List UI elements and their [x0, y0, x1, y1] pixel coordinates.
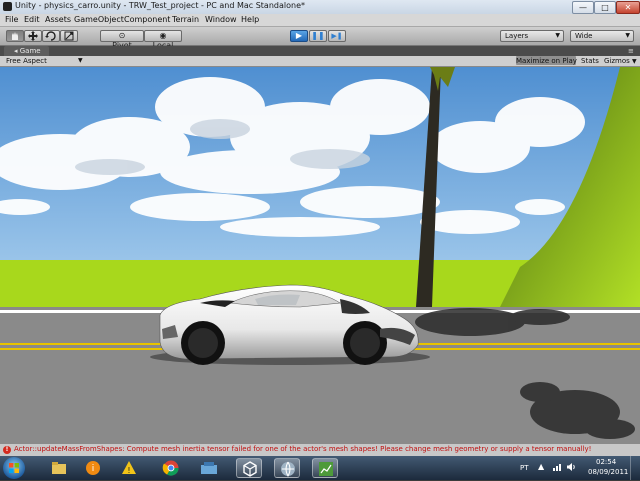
- taskbar-chrome[interactable]: [158, 458, 184, 478]
- taskbar-app-orange[interactable]: i: [80, 458, 106, 478]
- menu-edit[interactable]: Edit: [24, 15, 40, 24]
- minimize-button[interactable]: —: [572, 1, 594, 14]
- menu-component[interactable]: Component: [124, 15, 170, 24]
- menu-gameobject[interactable]: GameObject: [74, 15, 124, 24]
- maximize-on-play-toggle[interactable]: Maximize on Play: [516, 56, 577, 65]
- windows-logo-icon: [9, 463, 19, 473]
- close-button[interactable]: ✕: [616, 1, 640, 14]
- menu-bar: File Edit Assets GameObject Component Te…: [0, 14, 640, 27]
- play-icon: ▶: [295, 31, 303, 40]
- game-view-toolbar: Free Aspect ▼ Maximize on Play Stats Giz…: [0, 56, 640, 67]
- menu-window[interactable]: Window: [205, 15, 237, 24]
- chrome-icon: [162, 460, 179, 476]
- taskbar-explorer[interactable]: [46, 458, 72, 478]
- console-status-bar[interactable]: ! Actor::updateMassFromShapes: Compute m…: [0, 443, 640, 456]
- svg-text:!: !: [127, 466, 130, 475]
- folder-icon: [52, 462, 66, 474]
- pivot-toggle[interactable]: ⊙ Pivot: [100, 30, 144, 50]
- menu-terrain[interactable]: Terrain: [172, 15, 199, 24]
- layers-dropdown[interactable]: Layers ▼: [500, 30, 564, 42]
- pause-button[interactable]: ❚❚: [309, 30, 327, 42]
- taskbar-unity-1[interactable]: [236, 458, 262, 478]
- main-toolbar: ⊙ Pivot ◉ Local ▶ ❚❚ ▶❚ Layers ▼ Wide ▼: [0, 27, 640, 50]
- rotate-icon: [45, 31, 56, 41]
- aspect-dropdown[interactable]: Free Aspect ▼: [6, 56, 84, 66]
- hand-icon: [12, 32, 18, 40]
- gizmos-label: Gizmos: [604, 57, 630, 65]
- scale-icon: [64, 31, 74, 41]
- warning-app-icon: !: [122, 461, 136, 475]
- step-button[interactable]: ▶❚: [328, 30, 346, 42]
- network-icon: [201, 462, 217, 474]
- taskbar-app-warning[interactable]: !: [116, 458, 142, 478]
- step-icon: ▶❚: [331, 32, 343, 40]
- menu-help[interactable]: Help: [241, 15, 259, 24]
- play-button[interactable]: ▶: [290, 30, 308, 42]
- gizmos-dropdown[interactable]: Gizmos ▼: [604, 56, 637, 67]
- taskbar-browser-app[interactable]: [274, 458, 300, 478]
- unity-icon: [243, 461, 257, 477]
- unity-app-icon: [3, 2, 12, 11]
- aspect-label: Free Aspect: [6, 57, 47, 65]
- globe-icon: [281, 461, 295, 478]
- title-bar: Unity - physics_carro.unity - TRW_Test_p…: [0, 0, 640, 15]
- chevron-down-icon: ▼: [632, 58, 637, 65]
- console-error-message[interactable]: Actor::updateMassFromShapes: Compute mes…: [14, 445, 636, 453]
- clock-time[interactable]: 02:54: [596, 458, 616, 466]
- move-tool-button[interactable]: [24, 30, 42, 42]
- show-hidden-icons-icon[interactable]: ▲: [538, 462, 548, 472]
- pivot-icon: ⊙: [118, 31, 126, 40]
- chevron-down-icon: ▼: [625, 32, 630, 39]
- game-tab-bar: ◂ Game ≡: [0, 46, 640, 56]
- panel-menu-icon[interactable]: ≡: [628, 47, 634, 55]
- chevron-down-icon: ▼: [78, 57, 83, 64]
- layout-dropdown[interactable]: Wide ▼: [570, 30, 634, 42]
- network-tray-icon[interactable]: [552, 462, 562, 472]
- taskbar-network-app[interactable]: [196, 458, 222, 478]
- rotate-tool-button[interactable]: [42, 30, 60, 42]
- game-scene: [0, 67, 640, 443]
- chevron-down-icon: ▼: [555, 32, 560, 39]
- error-icon: !: [3, 446, 11, 454]
- layout-label: Wide: [575, 32, 593, 40]
- volume-icon[interactable]: [566, 462, 576, 472]
- start-button[interactable]: [3, 457, 25, 479]
- menu-file[interactable]: File: [5, 15, 18, 24]
- svg-text:i: i: [92, 464, 95, 474]
- scale-tool-button[interactable]: [60, 30, 78, 42]
- pause-icon: ❚❚: [311, 31, 325, 40]
- maximize-button[interactable]: □: [594, 1, 616, 14]
- layers-label: Layers: [505, 32, 529, 40]
- windows-taskbar: i ! PT ▲ 02:54 08/09/2011: [0, 456, 640, 480]
- stats-toggle[interactable]: Stats: [581, 56, 599, 66]
- menu-assets[interactable]: Assets: [45, 15, 71, 24]
- language-indicator[interactable]: PT: [520, 464, 529, 472]
- taskbar-chart-app[interactable]: [312, 458, 338, 478]
- tab-game[interactable]: ◂ Game: [4, 46, 49, 56]
- move-arrows-icon: [28, 31, 38, 41]
- local-toggle[interactable]: ◉ Local: [144, 30, 182, 50]
- game-view[interactable]: [0, 67, 640, 443]
- window-title: Unity - physics_carro.unity - TRW_Test_p…: [15, 1, 305, 10]
- game-tab-label: Game: [19, 47, 41, 55]
- show-desktop-button[interactable]: [630, 456, 640, 480]
- chart-app-icon: [319, 462, 333, 476]
- local-icon: ◉: [159, 31, 167, 40]
- hand-tool-button[interactable]: [6, 30, 24, 42]
- clock-date[interactable]: 08/09/2011: [588, 468, 628, 476]
- info-app-icon: i: [86, 461, 100, 475]
